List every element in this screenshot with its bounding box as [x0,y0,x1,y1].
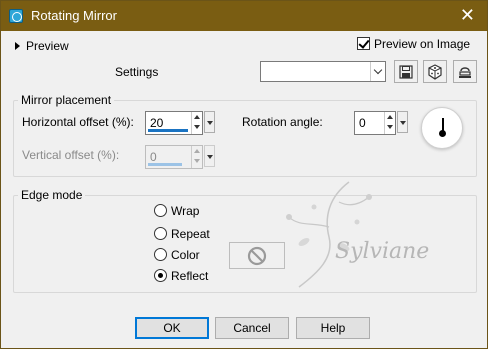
edge-mode-option-label: Color [171,248,200,262]
settings-label: Settings [115,65,159,79]
dial-pivot [439,130,446,137]
preview-on-image-label: Preview on Image [374,37,471,51]
preview-on-image-checkbox[interactable]: Preview on Image [357,37,470,51]
edge-mode-label: Edge mode [18,188,86,202]
rotation-angle-menu-button[interactable] [397,111,408,133]
mirror-placement-label: Mirror placement [18,93,115,107]
edge-mode-option-label: Wrap [171,204,200,218]
horizontal-offset-slider-bar[interactable] [148,129,188,132]
rotation-angle-spinner[interactable]: 0 [354,111,396,135]
edge-mode-color-radio[interactable]: Color [154,248,200,262]
rotation-angle-label: Rotation angle: [242,115,323,129]
horizontal-offset-label: Horizontal offset (%): [22,115,134,129]
radio-off-icon [154,227,167,240]
reset-button[interactable] [453,60,477,83]
preview-label: Preview [26,39,69,53]
app-icon [9,9,23,23]
randomize-button[interactable] [423,60,447,83]
dialog-window: Rotating Mirror ✕ Preview Preview on Ima… [0,0,488,349]
dice-icon [428,63,442,80]
radio-off-icon [154,248,167,261]
floppy-disk-icon [399,64,413,79]
reset-stamp-icon [459,66,471,78]
help-button[interactable]: Help [296,317,370,339]
edge-mode-wrap-radio[interactable]: Wrap [154,204,199,218]
expand-triangle-icon [15,42,20,50]
disabled-no-icon [247,246,267,265]
checkbox-checked-icon [357,37,370,50]
preview-expander[interactable]: Preview [15,39,69,53]
edge-mode-option-label: Repeat [171,227,210,241]
vertical-offset-value: 0 [150,150,157,164]
horizontal-offset-spinner[interactable]: 20 [145,111,203,135]
save-preset-button[interactable] [394,60,418,83]
radio-off-icon [154,204,167,217]
vertical-offset-menu-button [204,145,215,167]
close-icon[interactable]: ✕ [460,5,475,25]
ok-button-label: OK [163,321,181,335]
rotation-angle-dial[interactable] [421,107,463,149]
horizontal-offset-value: 20 [150,116,164,130]
edge-mode-repeat-radio[interactable]: Repeat [154,227,210,241]
spin-arrows-icon[interactable] [191,112,202,134]
window-title: Rotating Mirror [31,8,117,23]
edge-color-swatch [229,242,285,269]
rotation-angle-value: 0 [359,116,366,130]
spin-arrows-icon [191,146,202,168]
spin-arrows-icon[interactable] [384,112,395,134]
settings-combo[interactable] [260,61,386,82]
cancel-button-label: Cancel [233,321,271,335]
watermark-signature: Sylviane [335,239,430,264]
vertical-offset-spinner: 0 [145,145,203,169]
title-bar: Rotating Mirror ✕ [1,1,487,31]
cancel-button[interactable]: Cancel [215,317,289,339]
vertical-offset-slider-bar [148,163,182,166]
horizontal-offset-menu-button[interactable] [204,111,215,133]
ok-button[interactable]: OK [135,317,209,339]
vertical-offset-label: Vertical offset (%): [22,148,120,162]
edge-mode-option-label: Reflect [171,269,209,283]
dropdown-arrow-icon[interactable] [370,62,385,81]
help-button-label: Help [320,321,346,335]
radio-on-icon [154,269,167,282]
edge-mode-reflect-radio[interactable]: Reflect [154,269,208,283]
